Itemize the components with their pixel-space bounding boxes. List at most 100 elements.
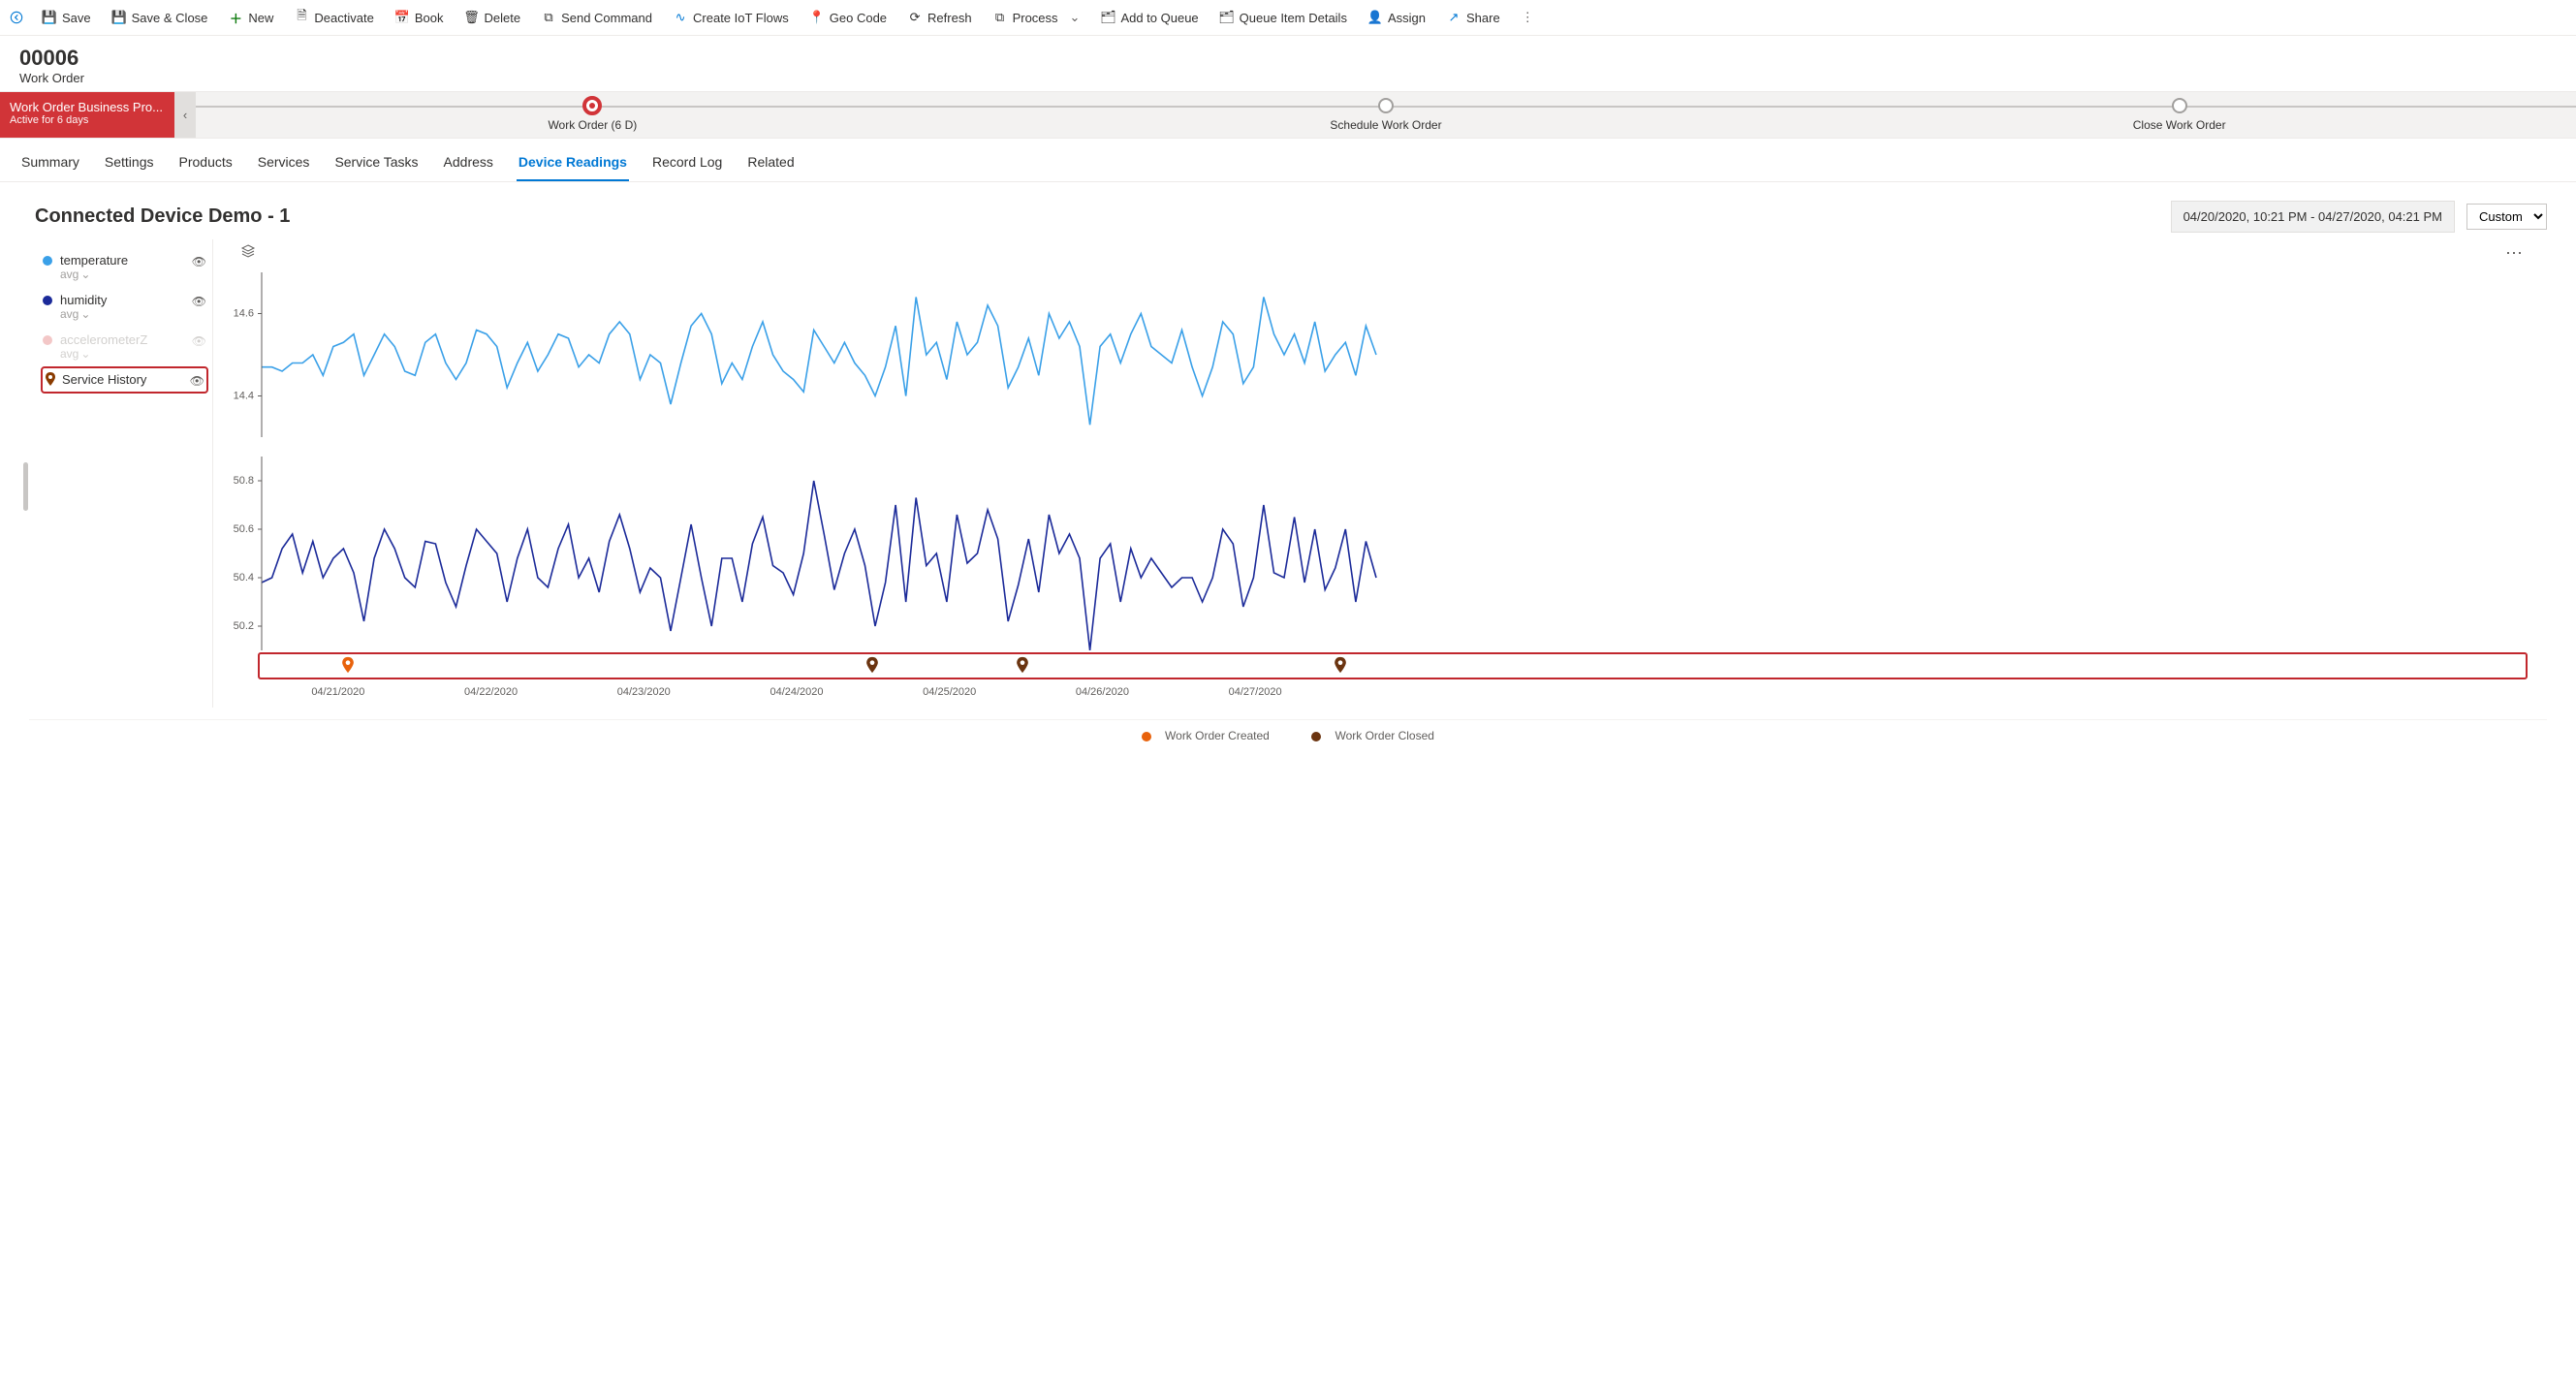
device-title: Connected Device Demo - 1 — [35, 205, 290, 228]
service-history-track — [258, 652, 2528, 679]
deactivate-label: Deactivate — [314, 11, 373, 25]
legend-service-history[interactable]: Service History 👁 — [41, 366, 208, 394]
refresh-label: Refresh — [927, 11, 972, 25]
share-label: Share — [1466, 11, 1500, 25]
save-button[interactable]: 💾Save — [33, 7, 101, 29]
share-icon: ↗ — [1447, 11, 1461, 24]
delete-button[interactable]: 🗑Delete — [455, 7, 530, 29]
created-swatch-icon — [1142, 732, 1151, 741]
stage-dot-icon — [2172, 98, 2187, 113]
send-command-button[interactable]: ⧉Send Command — [532, 7, 662, 29]
new-button[interactable]: ＋New — [219, 7, 283, 29]
event-pin-icon[interactable] — [1334, 656, 1347, 677]
svg-text:04/23/2020: 04/23/2020 — [617, 686, 671, 698]
refresh-button[interactable]: ⟳ Refresh — [898, 7, 982, 29]
event-legend: Work Order Created Work Order Closed — [29, 719, 2547, 746]
time-range-select[interactable]: Custom — [2466, 204, 2547, 230]
line-chart: 14.414.650.250.450.650.8 — [223, 243, 1386, 650]
series-swatch-icon — [43, 296, 52, 305]
tab-record-log[interactable]: Record Log — [650, 148, 724, 181]
tab-service-tasks[interactable]: Service Tasks — [332, 148, 420, 181]
deactivate-icon: 🗎 — [295, 11, 308, 24]
create-iot-button[interactable]: ∿ Create IoT Flows — [664, 7, 799, 29]
visibility-toggle-icon[interactable]: 👁 — [192, 334, 206, 348]
geo-code-label: Geo Code — [830, 11, 887, 25]
legend-item-temperature[interactable]: temperature avg ⌄ 👁 — [41, 247, 208, 287]
tab-services[interactable]: Services — [256, 148, 312, 181]
chevron-down-icon: ⌄ — [1070, 10, 1081, 25]
svg-text:04/21/2020: 04/21/2020 — [311, 686, 364, 698]
svg-text:04/24/2020: 04/24/2020 — [770, 686, 823, 698]
overflow-menu[interactable]: ⋮ — [1516, 6, 1540, 29]
record-type: Work Order — [19, 71, 2557, 85]
tab-device-readings[interactable]: Device Readings — [517, 148, 629, 181]
visibility-toggle-icon[interactable]: 👁 — [192, 295, 206, 308]
tab-related[interactable]: Related — [745, 148, 796, 181]
new-label: New — [248, 11, 273, 25]
series-legend-panel: temperature avg ⌄ 👁 humidity avg ⌄ 👁 acc… — [29, 239, 213, 708]
tab-address[interactable]: Address — [442, 148, 495, 181]
stage-work-order[interactable]: Work Order (6 D) — [196, 92, 990, 138]
queue-details-label: Queue Item Details — [1240, 11, 1347, 25]
time-range-display[interactable]: 04/20/2020, 10:21 PM - 04/27/2020, 04:21… — [2171, 201, 2455, 233]
map-pin-icon — [45, 372, 56, 386]
legend-item-humidity[interactable]: humidity avg ⌄ 👁 — [41, 287, 208, 327]
queue-add-icon: 🗂 — [1101, 11, 1115, 24]
x-axis: 04/21/2020 04/22/2020 04/23/2020 04/24/2020… — [223, 681, 1386, 701]
process-button[interactable]: ⧉Process⌄ — [984, 6, 1090, 29]
process-collapse-button[interactable]: ‹ — [174, 92, 196, 138]
legend-item-accelerometerZ[interactable]: accelerometerZ avg ⌄ 👁 — [41, 327, 208, 366]
tab-settings[interactable]: Settings — [103, 148, 156, 181]
record-id: 00006 — [19, 46, 2557, 71]
svg-text:50.2: 50.2 — [234, 620, 254, 632]
tab-products[interactable]: Products — [177, 148, 235, 181]
assign-label: Assign — [1388, 11, 1426, 25]
deactivate-button[interactable]: 🗎 Deactivate — [285, 7, 383, 29]
flow-icon: ∿ — [674, 11, 687, 24]
service-history-label: Service History — [62, 372, 186, 387]
process-duration: Active for 6 days — [10, 114, 165, 126]
event-pin-icon[interactable] — [865, 656, 879, 677]
stage-dot-icon — [1378, 98, 1394, 113]
business-process-bar: Work Order Business Pro... Active for 6 … — [0, 91, 2576, 139]
event-pin-icon[interactable] — [341, 656, 355, 677]
process-flag[interactable]: Work Order Business Pro... Active for 6 … — [0, 92, 174, 138]
save-close-button[interactable]: 💾Save & Close — [103, 7, 218, 29]
svg-text:04/27/2020: 04/27/2020 — [1229, 686, 1282, 698]
layers-icon[interactable] — [240, 243, 256, 262]
create-iot-label: Create IoT Flows — [693, 11, 789, 25]
save-close-label: Save & Close — [132, 11, 208, 25]
series-agg[interactable]: avg ⌄ — [60, 307, 188, 321]
queue-details-icon: 🗂 — [1220, 11, 1234, 24]
process-name: Work Order Business Pro... — [10, 100, 165, 114]
add-queue-label: Add to Queue — [1120, 11, 1198, 25]
visibility-toggle-icon[interactable]: 👁 — [190, 374, 204, 388]
scroll-indicator[interactable] — [23, 462, 28, 511]
back-chevron-icon[interactable] — [8, 9, 25, 26]
event-pin-icon[interactable] — [1016, 656, 1029, 677]
book-button[interactable]: 📅Book — [386, 7, 454, 29]
chart-more-menu[interactable]: ⋯ — [2505, 243, 2524, 264]
svg-text:04/22/2020: 04/22/2020 — [464, 686, 518, 698]
geo-code-button[interactable]: 📍Geo Code — [801, 7, 896, 29]
command-bar: 💾Save 💾Save & Close ＋New 🗎 Deactivate 📅Bo… — [0, 0, 2576, 36]
series-name: humidity — [60, 293, 188, 307]
trash-icon: 🗑 — [464, 11, 478, 24]
series-agg[interactable]: avg ⌄ — [60, 347, 188, 361]
stage-schedule[interactable]: Schedule Work Order — [990, 92, 1783, 138]
refresh-icon: ⟳ — [908, 11, 922, 24]
share-button[interactable]: ↗ Share — [1437, 7, 1510, 29]
queue-details-button[interactable]: 🗂 Queue Item Details — [1210, 7, 1357, 29]
stage-close[interactable]: Close Work Order — [1782, 92, 2576, 138]
send-icon: ⧉ — [542, 11, 555, 24]
chevron-down-icon: ⌄ — [80, 307, 90, 321]
assign-button[interactable]: 👤 Assign — [1359, 7, 1435, 29]
add-queue-button[interactable]: 🗂 Add to Queue — [1091, 7, 1208, 29]
series-agg[interactable]: avg ⌄ — [60, 268, 188, 281]
process-stages: Work Order (6 D) Schedule Work Order Clo… — [196, 92, 2576, 138]
tab-summary[interactable]: Summary — [19, 148, 81, 181]
form-tabs: Summary Settings Products Services Service T… — [0, 139, 2576, 182]
person-icon: 👤 — [1368, 11, 1382, 24]
visibility-toggle-icon[interactable]: 👁 — [192, 255, 206, 268]
chevron-down-icon: ⌄ — [80, 268, 90, 281]
